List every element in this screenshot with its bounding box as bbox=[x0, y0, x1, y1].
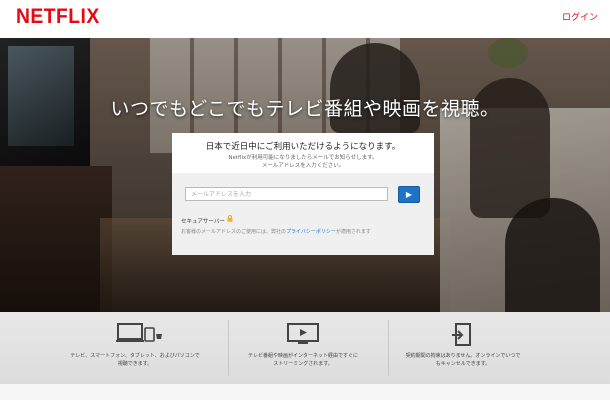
feature-text-line: テレビ番組や映画がインターネット経由ですぐに bbox=[247, 353, 358, 359]
privacy-notice-suffix: が適用されます bbox=[335, 229, 371, 235]
footer bbox=[0, 384, 610, 400]
privacy-policy-link[interactable]: プライバシーポリシー bbox=[286, 229, 336, 235]
top-header: NETFLIX ログイン bbox=[0, 0, 610, 38]
signup-subtitle: メールアドレスを入力ください。 bbox=[261, 163, 345, 169]
hero-banner: いつでもどこでもテレビ番組や映画を視聴。 日本で近日中にご利用いただけるようにな… bbox=[0, 38, 610, 312]
feature-text-line: テレビ、スマートフォン、タブレット、およびパソコンで bbox=[70, 353, 200, 359]
features-strip: テレビ、スマートフォン、タブレット、およびパソコンで 視聴できます。 テレビ番組… bbox=[0, 312, 610, 384]
privacy-notice: お客様のメールアドレスのご使用には、弊社のプライバシーポリシーが適用されます bbox=[181, 228, 371, 235]
exit-door-icon bbox=[452, 323, 471, 346]
feature-streaming: テレビ番組や映画がインターネット経由ですぐに ストリーミングされます。 bbox=[228, 312, 378, 384]
feature-text: 契約期間の拘束はありません。オンラインでいつで もキャンセルできます。 bbox=[388, 352, 538, 368]
devices-icon bbox=[116, 323, 162, 342]
login-link[interactable]: ログイン bbox=[562, 10, 598, 23]
feature-text-line: ストリーミングされます。 bbox=[273, 361, 333, 367]
feature-text-line: もキャンセルできます。 bbox=[435, 361, 491, 367]
signup-card: 日本で近日中にご利用いただけるようになります。 Netflixが利用可能になりま… bbox=[172, 133, 434, 255]
feature-text-line: 視聴できます。 bbox=[117, 361, 153, 367]
netflix-logo[interactable]: NETFLIX bbox=[16, 5, 100, 29]
feature-text: テレビ、スマートフォン、タブレット、およびパソコンで 視聴できます。 bbox=[60, 352, 210, 368]
tv-icon bbox=[287, 323, 319, 344]
privacy-notice-prefix: お客様のメールアドレスのご使用には、弊社の bbox=[181, 229, 287, 235]
hero-headline: いつでもどこでもテレビ番組や映画を視聴。 bbox=[110, 98, 500, 120]
feature-text: テレビ番組や映画がインターネット経由ですぐに ストリーミングされます。 bbox=[228, 352, 378, 368]
submit-button[interactable]: ▶ bbox=[398, 186, 420, 203]
lock-icon bbox=[227, 215, 233, 222]
signup-subtitle: Netflixが利用可能になりましたらメールでお知らせします。 bbox=[228, 155, 378, 161]
signup-title: 日本で近日中にご利用いただけるようになります。 bbox=[205, 142, 401, 152]
signup-form-area bbox=[172, 173, 434, 255]
feature-text-line: 契約期間の拘束はありません。オンラインでいつで bbox=[405, 353, 521, 359]
feature-devices: テレビ、スマートフォン、タブレット、およびパソコンで 視聴できます。 bbox=[60, 312, 210, 384]
secure-server-label: セキュアサーバー bbox=[181, 219, 225, 225]
feature-cancel: 契約期間の拘束はありません。オンラインでいつで もキャンセルできます。 bbox=[388, 312, 538, 384]
email-input[interactable] bbox=[185, 187, 388, 201]
